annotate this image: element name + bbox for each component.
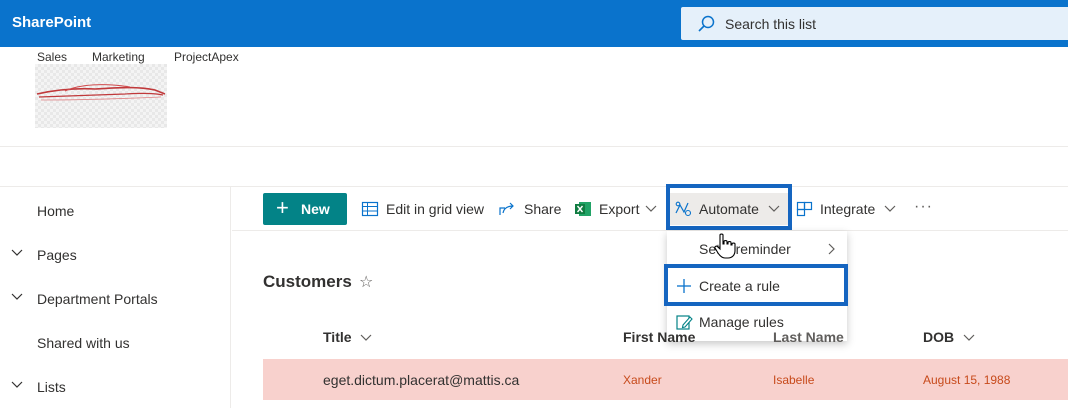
- header-divider: [0, 146, 1068, 147]
- integrate-label: Integrate: [820, 201, 876, 217]
- car-logo-icon: [36, 84, 166, 101]
- sharepoint-window: SharePoint Search this list Sales Market…: [0, 0, 1068, 408]
- cell-first-name: Xander: [623, 373, 662, 387]
- suite-bar: SharePoint Search this list: [0, 0, 1068, 47]
- hand-cursor-icon: [714, 233, 736, 259]
- site-logo[interactable]: [35, 64, 167, 128]
- chevron-right-icon: [828, 243, 835, 255]
- chevron-down-icon: [360, 334, 372, 342]
- more-icon: ···: [914, 198, 933, 215]
- search-placeholder: Search this list: [725, 16, 817, 32]
- new-button-label: New: [301, 201, 330, 217]
- nav-item-label: Home: [37, 203, 75, 219]
- create-rule-highlight-box: [664, 264, 848, 306]
- favorite-star-icon[interactable]: ☆: [359, 272, 373, 292]
- chevron-down-icon[interactable]: [11, 246, 23, 258]
- site-nav-sales[interactable]: Sales: [37, 50, 67, 64]
- plus-icon: +: [276, 195, 289, 220]
- cell-title[interactable]: eget.dictum.placerat@mattis.ca: [323, 372, 519, 388]
- chevron-down-icon: [963, 334, 975, 342]
- nav-item-label: Pages: [37, 247, 77, 263]
- column-header-first-name[interactable]: First Name: [623, 329, 695, 345]
- export-button[interactable]: Export: [574, 193, 660, 225]
- share-icon: [499, 202, 514, 215]
- app-brand[interactable]: SharePoint: [12, 14, 91, 31]
- nav-item-lists[interactable]: Lists: [0, 364, 230, 408]
- site-nav-projectapex[interactable]: ProjectApex: [174, 50, 239, 64]
- column-header-label: Last Name: [773, 329, 844, 345]
- nav-item-label: Department Portals: [37, 291, 158, 307]
- edit-grid-label: Edit in grid view: [386, 201, 485, 217]
- nav-item-pages[interactable]: Pages: [0, 232, 230, 276]
- cell-last-name: Isabelle: [773, 373, 815, 387]
- left-nav: Home Pages Department Portals Shared wit…: [0, 187, 231, 408]
- column-header-dob[interactable]: DOB: [923, 329, 975, 345]
- column-header-label: DOB: [923, 329, 955, 345]
- chevron-down-icon: [884, 205, 896, 212]
- export-label: Export: [599, 201, 640, 217]
- share-button[interactable]: Share: [498, 193, 562, 225]
- manage-rules-label: Manage rules: [699, 314, 784, 330]
- nav-item-label: Lists: [37, 379, 66, 395]
- menu-item-set-reminder[interactable]: Set a reminder: [667, 231, 847, 267]
- column-header-title[interactable]: Title: [323, 329, 372, 345]
- edit-grid-view-button[interactable]: Edit in grid view: [360, 193, 488, 225]
- automate-highlight-box: [666, 184, 792, 230]
- excel-icon: [575, 202, 591, 216]
- search-box[interactable]: Search this list: [681, 7, 1068, 40]
- nav-item-shared-with-us[interactable]: Shared with us: [0, 320, 230, 364]
- chevron-down-icon[interactable]: [11, 290, 23, 302]
- more-options-button[interactable]: ···: [912, 193, 938, 225]
- site-nav-marketing[interactable]: Marketing: [92, 50, 145, 64]
- set-reminder-label: Set a reminder: [699, 241, 791, 257]
- nav-item-department-portals[interactable]: Department Portals: [0, 276, 230, 320]
- list-title: Customers: [263, 272, 352, 291]
- column-header-label: First Name: [623, 329, 696, 345]
- grid-icon: [361, 201, 379, 217]
- share-label: Share: [524, 201, 562, 217]
- cell-dob: August 15, 1988: [923, 373, 1011, 387]
- nav-item-home[interactable]: Home: [0, 188, 230, 232]
- new-button[interactable]: + New: [263, 193, 347, 225]
- column-header-label: Title: [323, 329, 352, 345]
- integrate-icon: [796, 201, 813, 217]
- chevron-down-icon: [645, 205, 657, 212]
- search-icon: [698, 15, 715, 32]
- chevron-down-icon[interactable]: [11, 378, 23, 390]
- nav-item-label: Shared with us: [37, 335, 130, 351]
- column-header-last-name[interactable]: Last Name: [773, 329, 844, 345]
- integrate-button[interactable]: Integrate: [796, 193, 900, 225]
